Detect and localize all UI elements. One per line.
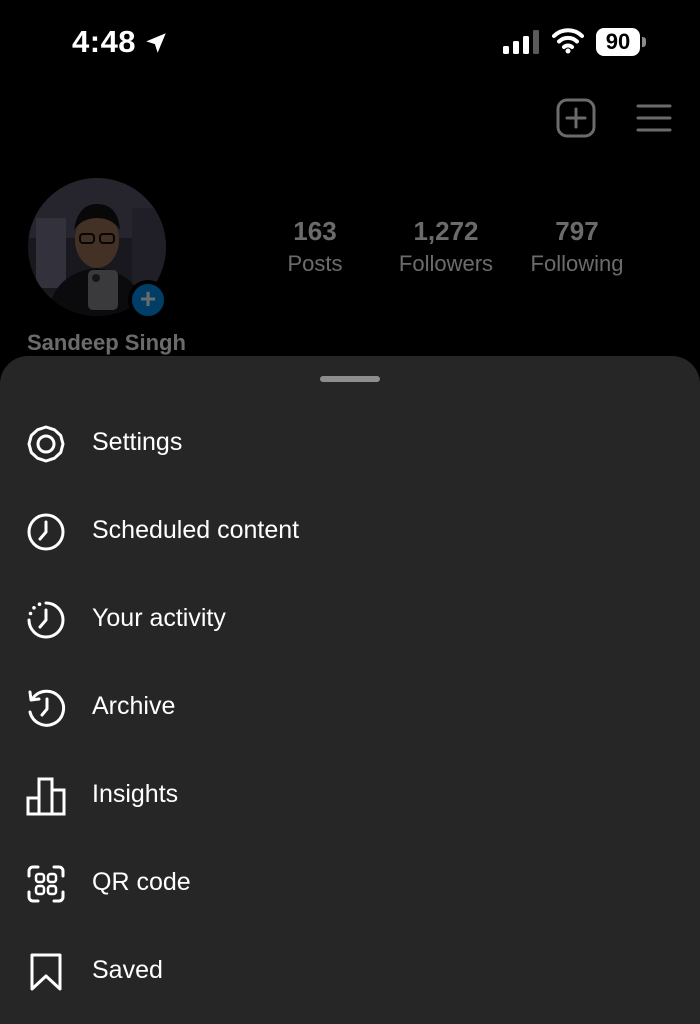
menu-item-your-activity[interactable]: Your activity — [0, 580, 700, 660]
menu-item-archive[interactable]: Archive — [0, 668, 700, 748]
menu-label-saved: Saved — [92, 956, 163, 984]
following-label: Following — [530, 251, 624, 276]
insights-icon — [26, 777, 66, 816]
menu-item-saved[interactable]: Saved — [0, 932, 700, 1012]
bookmark-icon — [30, 953, 62, 991]
followers-count: 1,272 — [413, 216, 479, 246]
menu-label-your-activity: Your activity — [92, 604, 226, 632]
status-bar: 4:48 90 — [0, 0, 700, 84]
archive-icon — [28, 689, 66, 727]
wifi-icon — [552, 28, 584, 54]
menu-label-qr-code: QR code — [92, 868, 191, 896]
battery-indicator: 90 — [596, 28, 646, 56]
following-count: 797 — [555, 216, 599, 246]
location-arrow-icon — [146, 33, 166, 53]
menu-label-insights: Insights — [92, 780, 179, 808]
posts-count: 163 — [293, 216, 337, 246]
sheet-drag-handle[interactable] — [320, 376, 380, 382]
menu-item-qr-code[interactable]: QR code — [0, 844, 700, 924]
posts-stat[interactable]: 163 Posts — [270, 216, 360, 277]
hamburger-menu-icon[interactable] — [636, 102, 672, 134]
screen: 4:48 90 + 163 Posts 1,272 Followers 797 … — [0, 0, 700, 1024]
qr-code-icon — [27, 865, 65, 903]
settings-icon — [27, 425, 65, 463]
followers-stat[interactable]: 1,272 Followers — [390, 216, 502, 277]
battery-tip — [642, 37, 646, 47]
cellular-signal-icon — [503, 30, 539, 54]
menu-item-insights[interactable]: Insights — [0, 756, 700, 836]
options-bottom-sheet: Settings Scheduled content Your activity — [0, 356, 700, 1024]
menu-label-archive: Archive — [92, 692, 176, 720]
menu-label-scheduled-content: Scheduled content — [92, 516, 300, 544]
posts-label: Posts — [287, 251, 343, 276]
activity-icon — [27, 601, 65, 639]
menu-label-settings: Settings — [92, 428, 183, 456]
profile-header: + 163 Posts 1,272 Followers 797 Followin… — [0, 84, 700, 384]
battery-level: 90 — [596, 28, 640, 56]
menu-item-scheduled-content[interactable]: Scheduled content — [0, 492, 700, 572]
add-story-button[interactable]: + — [128, 280, 168, 320]
profile-name: Sandeep Singh — [27, 330, 186, 355]
clock-icon — [27, 513, 65, 551]
status-time: 4:48 — [72, 24, 137, 59]
following-stat[interactable]: 797 Following — [522, 216, 632, 277]
menu-item-settings[interactable]: Settings — [0, 404, 700, 484]
new-post-icon[interactable] — [556, 98, 596, 138]
followers-label: Followers — [398, 251, 494, 276]
